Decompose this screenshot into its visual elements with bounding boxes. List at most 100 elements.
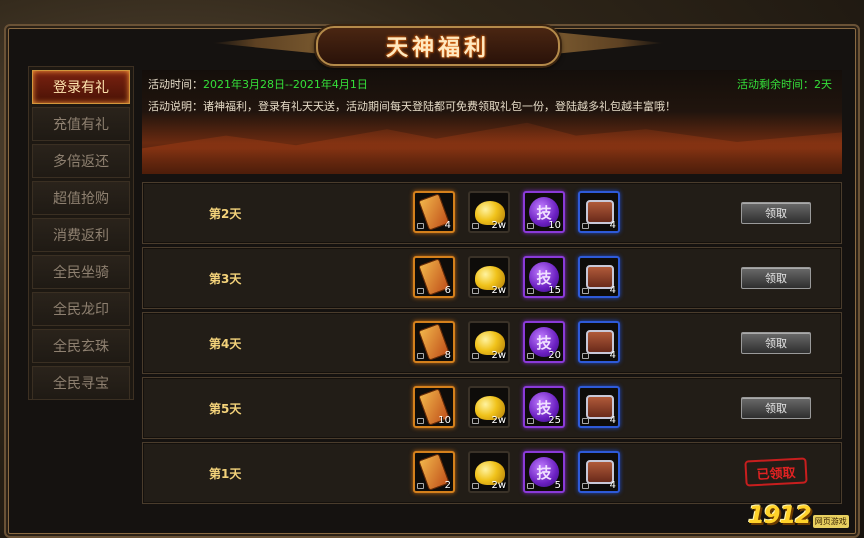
item-count: 25 bbox=[548, 415, 561, 426]
reward-row: 第4天 8 2w 技 20 4 领取 bbox=[142, 312, 842, 374]
item-count: 2w bbox=[491, 220, 506, 231]
claim-button[interactable]: 领取 bbox=[741, 397, 811, 419]
gold-item-slot[interactable]: 2w bbox=[468, 256, 510, 298]
title-ornament-right bbox=[554, 32, 664, 54]
item-count: 10 bbox=[548, 220, 561, 231]
gold-item-slot[interactable]: 2w bbox=[468, 386, 510, 428]
lock-icon bbox=[527, 223, 534, 229]
gold-item-slot[interactable]: 2w bbox=[468, 451, 510, 493]
claim-button[interactable]: 领取 bbox=[741, 332, 811, 354]
lock-icon bbox=[472, 353, 479, 359]
item-count: 15 bbox=[548, 285, 561, 296]
item-count: 8 bbox=[444, 350, 451, 361]
activity-description: 活动说明：诸神福利，登录有礼天天送，活动期间每天登陆都可免费领取礼包一份，登陆越… bbox=[148, 100, 676, 113]
reward-day: 第4天 bbox=[209, 337, 242, 351]
reward-items: 10 2w 技 25 4 bbox=[413, 386, 633, 428]
reward-items: 8 2w 技 20 4 bbox=[413, 321, 633, 363]
skill-item-slot[interactable]: 技 10 bbox=[523, 191, 565, 233]
window-title-plaque: 天神福利 bbox=[316, 26, 560, 66]
item-count: 4 bbox=[609, 350, 616, 361]
lock-icon bbox=[472, 223, 479, 229]
lock-icon bbox=[417, 418, 424, 424]
sidebar-item-login-gift[interactable]: 登录有礼 bbox=[32, 70, 130, 104]
lock-icon bbox=[582, 418, 589, 424]
activity-banner: 活动时间：2021年3月28日--2021年4月1日 活动剩余时间：2天 活动说… bbox=[142, 70, 842, 174]
scroll-item-slot[interactable]: 4 bbox=[413, 191, 455, 233]
lock-icon bbox=[527, 353, 534, 359]
item-count: 10 bbox=[438, 415, 451, 426]
item-count: 20 bbox=[548, 350, 561, 361]
skill-item-slot[interactable]: 技5 bbox=[523, 451, 565, 493]
skill-item-slot[interactable]: 技 15 bbox=[523, 256, 565, 298]
reward-day: 第5天 bbox=[209, 402, 242, 416]
item-count: 4 bbox=[609, 285, 616, 296]
item-count: 5 bbox=[554, 480, 561, 491]
lock-icon bbox=[472, 483, 479, 489]
reward-items: 4 2w 技 10 4 bbox=[413, 191, 633, 233]
lock-icon bbox=[472, 288, 479, 294]
scroll-item-slot[interactable]: 8 bbox=[413, 321, 455, 363]
activity-remaining-label: 活动剩余时间： bbox=[737, 78, 814, 91]
chest-item-slot[interactable]: 4 bbox=[578, 386, 620, 428]
sidebar-item-dragon-seal[interactable]: 全民龙印 bbox=[32, 292, 130, 326]
reward-items: 2 2w 技5 4 bbox=[413, 451, 633, 493]
lock-icon bbox=[417, 288, 424, 294]
logo-badge: 网页游戏 bbox=[812, 515, 849, 528]
claim-button[interactable]: 领取 bbox=[741, 202, 811, 224]
reward-row: 第5天 10 2w 技 25 4 领取 bbox=[142, 377, 842, 439]
sidebar-item-value-purchase[interactable]: 超值抢购 bbox=[32, 181, 130, 215]
item-count: 4 bbox=[444, 220, 451, 231]
chest-item-slot[interactable]: 4 bbox=[578, 191, 620, 233]
reward-row: 第2天 4 2w 技 10 4 领取 bbox=[142, 182, 842, 244]
activity-remaining-value: 2天 bbox=[814, 78, 832, 91]
scroll-item-slot[interactable]: 6 bbox=[413, 256, 455, 298]
scroll-item-slot[interactable]: 10 bbox=[413, 386, 455, 428]
window-title: 天神福利 bbox=[385, 36, 490, 61]
lock-icon bbox=[417, 353, 424, 359]
skill-item-slot[interactable]: 技 20 bbox=[523, 321, 565, 363]
activity-remaining: 活动剩余时间：2天 bbox=[737, 76, 832, 92]
reward-row: 第1天 2 2w 技5 4 已领取 bbox=[142, 442, 842, 504]
lock-icon bbox=[582, 483, 589, 489]
lock-icon bbox=[527, 418, 534, 424]
claim-button[interactable]: 领取 bbox=[741, 267, 811, 289]
lock-icon bbox=[527, 288, 534, 294]
sidebar-item-mystic-pearl[interactable]: 全民玄珠 bbox=[32, 329, 130, 363]
reward-day: 第1天 bbox=[209, 467, 242, 481]
lock-icon bbox=[582, 223, 589, 229]
site-logo: 1912 网页游戏 bbox=[748, 500, 852, 530]
sidebar-item-spend-rebate[interactable]: 消费返利 bbox=[32, 218, 130, 252]
item-count: 2w bbox=[491, 285, 506, 296]
activity-time-value: 2021年3月28日--2021年4月1日 bbox=[203, 78, 368, 91]
chest-item-slot[interactable]: 4 bbox=[578, 321, 620, 363]
gold-item-slot[interactable]: 2w bbox=[468, 191, 510, 233]
reward-items: 6 2w 技 15 4 bbox=[413, 256, 633, 298]
skill-item-slot[interactable]: 技 25 bbox=[523, 386, 565, 428]
sidebar-item-recharge-gift[interactable]: 充值有礼 bbox=[32, 107, 130, 141]
activity-sidebar: 登录有礼 充值有礼 多倍返还 超值抢购 消费返利 全民坐骑 全民龙印 全民玄珠 … bbox=[28, 66, 134, 400]
lock-icon bbox=[472, 418, 479, 424]
item-count: 2w bbox=[491, 415, 506, 426]
claimed-stamp: 已领取 bbox=[744, 457, 808, 487]
lock-icon bbox=[417, 223, 424, 229]
reward-day: 第2天 bbox=[209, 207, 242, 221]
item-count: 6 bbox=[444, 285, 451, 296]
item-count: 2w bbox=[491, 350, 506, 361]
gold-item-slot[interactable]: 2w bbox=[468, 321, 510, 363]
item-count: 2w bbox=[491, 480, 506, 491]
item-count: 4 bbox=[609, 415, 616, 426]
lock-icon bbox=[582, 288, 589, 294]
item-count: 2 bbox=[444, 480, 451, 491]
sidebar-item-treasure-hunt[interactable]: 全民寻宝 bbox=[32, 366, 130, 400]
reward-row: 第3天 6 2w 技 15 4 领取 bbox=[142, 247, 842, 309]
sidebar-item-multiple-return[interactable]: 多倍返还 bbox=[32, 144, 130, 178]
item-count: 4 bbox=[609, 220, 616, 231]
scroll-item-slot[interactable]: 2 bbox=[413, 451, 455, 493]
chest-item-slot[interactable]: 4 bbox=[578, 451, 620, 493]
reward-rows: 第2天 4 2w 技 10 4 领取 第3天 6 2w 技 15 4 领取 第4天 bbox=[142, 182, 842, 507]
activity-time: 活动时间：2021年3月28日--2021年4月1日 bbox=[148, 76, 368, 92]
logo-text: 1912 bbox=[748, 501, 812, 529]
lock-icon bbox=[527, 483, 534, 489]
sidebar-item-mount[interactable]: 全民坐骑 bbox=[32, 255, 130, 289]
chest-item-slot[interactable]: 4 bbox=[578, 256, 620, 298]
